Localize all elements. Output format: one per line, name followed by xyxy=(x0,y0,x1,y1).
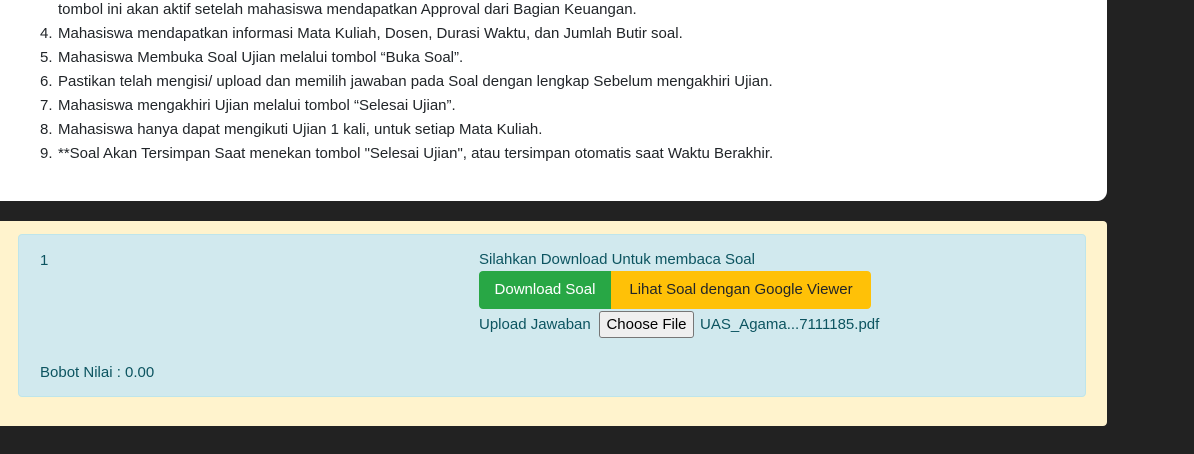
exam-panel: 1 Silahkan Download Untuk membaca Soal D… xyxy=(0,221,1107,426)
download-hint: Silahkan Download Untuk membaca Soal xyxy=(479,251,755,268)
question-number: 1 xyxy=(40,252,49,269)
instruction-number: 5. xyxy=(40,49,53,66)
instruction-number: 8. xyxy=(40,121,53,138)
instruction-text: **Soal Akan Tersimpan Saat menekan tombo… xyxy=(58,145,774,162)
upload-answer-label: Upload Jawaban xyxy=(479,316,591,333)
exam-question-item: 1 Silahkan Download Untuk membaca Soal D… xyxy=(18,234,1086,397)
instruction-number: 7. xyxy=(40,97,53,114)
instruction-text: Pastikan telah mengisi/ upload dan memil… xyxy=(58,73,773,90)
instruction-continuation-text: tombol ini akan aktif setelah mahasiswa … xyxy=(58,1,637,18)
instruction-text: Mahasiswa mengakhiri Ujian melalui tombo… xyxy=(58,97,456,114)
choose-file-button[interactable]: Choose File xyxy=(599,311,694,338)
selected-file-name: UAS_Agama...7111185.pdf xyxy=(700,316,880,333)
instruction-text: Mahasiswa hanya dapat mengikuti Ujian 1 … xyxy=(58,121,543,138)
instruction-text: Mahasiswa mendapatkan informasi Mata Kul… xyxy=(58,25,683,42)
instructions-card: tombol ini akan aktif setelah mahasiswa … xyxy=(0,0,1107,201)
google-viewer-button[interactable]: Lihat Soal dengan Google Viewer xyxy=(611,271,871,309)
instruction-number: 9. xyxy=(40,145,53,162)
download-soal-button[interactable]: Download Soal xyxy=(479,271,611,309)
instruction-number: 6. xyxy=(40,73,53,90)
instruction-number: 4. xyxy=(40,25,53,42)
question-weight: Bobot Nilai : 0.00 xyxy=(40,364,155,381)
instruction-text: Mahasiswa Membuka Soal Ujian melalui tom… xyxy=(58,49,464,66)
